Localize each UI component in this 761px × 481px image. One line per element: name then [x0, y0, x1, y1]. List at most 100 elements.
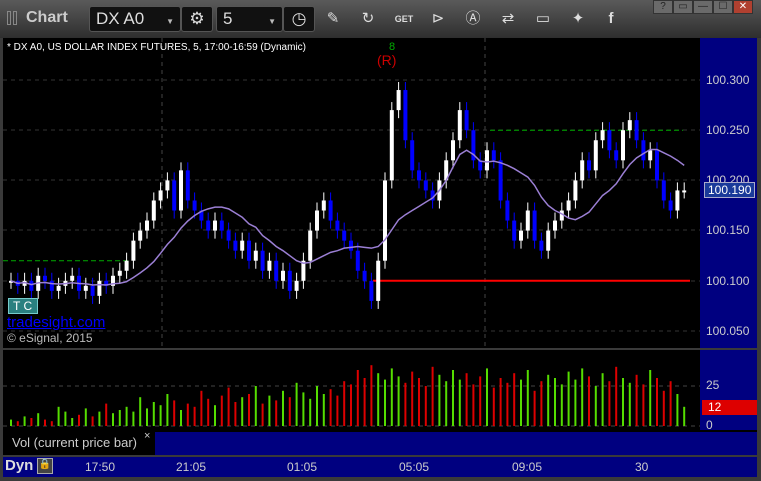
- volume-bar: [44, 419, 46, 426]
- candle-body: [335, 220, 340, 231]
- volume-bar: [91, 416, 94, 426]
- volume-bar: [683, 406, 686, 426]
- candle-body: [457, 110, 462, 141]
- candle-body: [145, 220, 149, 231]
- candle-body: [621, 130, 625, 161]
- volume-bar: [581, 368, 584, 426]
- volume-bar: [268, 395, 271, 426]
- volume-bar: [254, 386, 257, 426]
- watermark-link[interactable]: tradesight.com: [7, 314, 105, 331]
- candle-body: [179, 170, 183, 211]
- volume-bar: [98, 411, 101, 426]
- drag-grip-icon[interactable]: [7, 11, 11, 25]
- candle-body: [573, 180, 578, 201]
- volume-bar: [50, 421, 53, 426]
- volume-bar: [282, 390, 284, 426]
- volume-bar: [125, 406, 128, 426]
- candle-body: [274, 260, 279, 281]
- candle-body: [97, 280, 102, 296]
- volume-bar: [662, 390, 665, 426]
- candle-body: [614, 150, 619, 161]
- volume-bar: [302, 392, 305, 426]
- time-label: 21:05: [176, 460, 207, 474]
- twitter-icon[interactable]: ✦: [567, 8, 589, 30]
- candle-body: [389, 110, 394, 181]
- copyright: © eSignal, 2015: [7, 331, 93, 345]
- symbol-select[interactable]: DX A0 ▼: [89, 6, 181, 32]
- candle-body: [138, 230, 143, 241]
- volume-bar: [370, 365, 373, 426]
- volume-bar: [465, 373, 468, 426]
- candle-body: [668, 200, 673, 211]
- link-icon[interactable]: ⇄: [497, 8, 519, 30]
- volume-bar: [220, 395, 223, 426]
- interval-select[interactable]: 5 ▼: [216, 6, 283, 32]
- volume-bar: [547, 374, 550, 426]
- volume-bar: [492, 387, 495, 426]
- candle-body: [464, 110, 469, 131]
- price-axis[interactable]: 100.300 100.250 100.200 100.150 100.100 …: [700, 38, 757, 348]
- lock-icon[interactable]: 🔒: [37, 458, 53, 474]
- candle-body: [519, 230, 523, 241]
- time-label: 09:05: [512, 460, 543, 474]
- drag-grip-icon[interactable]: [13, 11, 17, 25]
- volume-bar: [295, 382, 298, 426]
- candle-body: [247, 240, 251, 261]
- close-study-button[interactable]: ×: [144, 430, 150, 442]
- candle-body: [213, 220, 217, 231]
- settings-button[interactable]: ⚙: [181, 6, 213, 32]
- settings-icon: ⚙: [189, 9, 205, 28]
- time-label: 01:05: [287, 460, 318, 474]
- candle-body: [403, 90, 408, 141]
- candle-body: [226, 230, 231, 241]
- candle-body: [600, 130, 605, 141]
- candle-body: [532, 210, 537, 241]
- candle-body: [29, 280, 34, 291]
- volume-bar: [608, 381, 611, 426]
- candle-body: [355, 250, 360, 271]
- volume-bar: [275, 400, 278, 426]
- tc-badge: T C: [8, 298, 38, 314]
- comment-icon[interactable]: ▭: [532, 8, 554, 30]
- candle-body: [410, 140, 415, 171]
- facebook-icon[interactable]: f: [600, 8, 622, 30]
- candle-body: [192, 200, 197, 211]
- candle-body: [580, 160, 585, 181]
- pencil-icon[interactable]: ✎: [322, 8, 344, 30]
- volume-bar: [329, 389, 332, 426]
- candle-body: [287, 270, 292, 291]
- chevron-down-icon: ▼: [268, 17, 276, 26]
- refresh-icon[interactable]: ↻: [357, 8, 379, 30]
- volume-bar: [554, 378, 556, 426]
- play-icon[interactable]: ⊳: [427, 8, 449, 30]
- time-axis[interactable]: Dyn 🔒 17:50 21:05 01:05 05:05 09:05 30: [3, 457, 757, 477]
- get-icon[interactable]: GET: [393, 8, 415, 30]
- candle-body: [451, 140, 455, 161]
- volume-bar: [669, 381, 672, 426]
- dyn-mode-button[interactable]: Dyn: [5, 457, 33, 474]
- current-price-label: 100.190: [704, 182, 756, 198]
- volume-bar: [64, 411, 67, 426]
- volume-bar: [635, 374, 638, 426]
- volume-bar: [288, 397, 291, 426]
- volume-bar: [574, 379, 577, 426]
- price-tick: 100.300: [706, 73, 750, 87]
- volume-bar: [438, 374, 441, 426]
- help-button[interactable]: ?: [653, 0, 673, 14]
- alert-icon[interactable]: Ⓐ: [462, 8, 484, 30]
- volume-bar: [615, 366, 618, 426]
- volume-bar: [37, 413, 40, 426]
- candle-body: [219, 220, 224, 231]
- link-window-button[interactable]: ▭: [673, 0, 693, 14]
- volume-bar: [186, 403, 189, 426]
- maximize-button[interactable]: ☐: [713, 0, 733, 14]
- price-chart[interactable]: * DX A0, US DOLLAR INDEX FUTURES, 5, 17:…: [3, 38, 700, 348]
- candle-body: [593, 140, 598, 171]
- close-button[interactable]: ✕: [733, 0, 753, 14]
- time-label: 05:05: [399, 460, 430, 474]
- current-volume-label: 12: [702, 400, 757, 415]
- minimize-button[interactable]: —: [693, 0, 713, 14]
- volume-pane[interactable]: [3, 350, 700, 430]
- time-template-button[interactable]: ◷: [283, 6, 315, 32]
- volume-bar: [10, 419, 12, 426]
